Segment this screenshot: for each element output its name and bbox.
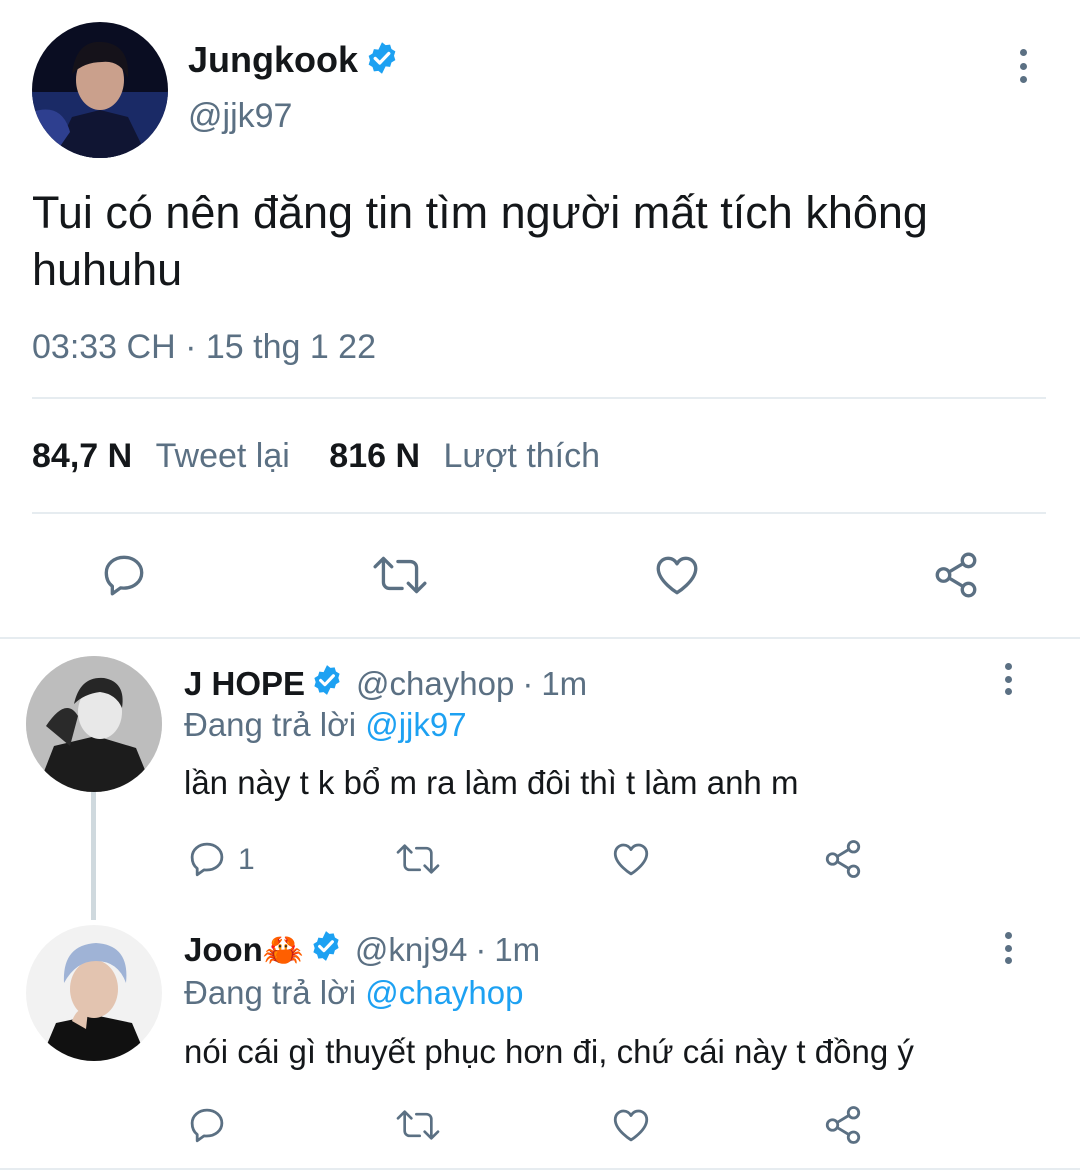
reply-2-handle[interactable]: @knj94 xyxy=(355,931,467,969)
replying-to-label: Đang trả lời xyxy=(184,706,357,743)
like-count[interactable]: 816 N xyxy=(329,437,420,475)
thread-line xyxy=(91,792,96,920)
retweet-count[interactable]: 84,7 N xyxy=(32,437,132,475)
replying-to-label: Đang trả lời xyxy=(184,974,357,1011)
reply-2-replying-to: Đang trả lời @chayhop xyxy=(184,974,523,1012)
engagement-stats: 84,7 N Tweet lại 816 N Lượt thích xyxy=(32,437,600,476)
reply-icon[interactable] xyxy=(186,838,228,880)
main-tweet-timestamp[interactable]: 03:33 CH · 15 thg 1 22 xyxy=(32,328,376,367)
replying-to-handle[interactable]: @chayhop xyxy=(365,974,523,1011)
verified-icon xyxy=(364,40,400,81)
reply-1-avatar[interactable] xyxy=(26,656,162,792)
reply-1-replying-to: Đang trả lời @jjk97 xyxy=(184,706,467,744)
main-author-handle[interactable]: @jjk97 xyxy=(188,97,292,136)
retweet-icon[interactable] xyxy=(394,1105,442,1145)
retweet-label[interactable]: Tweet lại xyxy=(156,437,290,475)
replying-to-handle[interactable]: @jjk97 xyxy=(365,706,466,743)
main-tweet-text-line-1: Tui có nên đăng tin tìm người mất tích k… xyxy=(32,187,928,238)
divider xyxy=(0,1168,1080,1170)
like-icon[interactable] xyxy=(609,838,653,880)
reply-2-header: Joon🦀 @knj94 · 1m xyxy=(184,930,540,970)
main-author-avatar[interactable] xyxy=(32,22,168,158)
divider xyxy=(32,512,1046,514)
reply-1-time[interactable]: 1m xyxy=(541,665,587,703)
reply-1-author-name[interactable]: J HOPE xyxy=(184,665,305,703)
reply-1-text: lần này t k bổ m ra làm đôi thì t làm an… xyxy=(184,764,799,801)
divider xyxy=(0,637,1080,639)
share-icon[interactable] xyxy=(931,550,981,600)
reply-1-header: J HOPE @chayhop · 1m xyxy=(184,664,587,704)
reply-1-reply-count: 1 xyxy=(238,843,255,876)
verified-icon xyxy=(310,663,344,705)
more-icon[interactable] xyxy=(1008,49,1038,83)
main-author-name[interactable]: Jungkook xyxy=(188,39,358,81)
reply-2-avatar[interactable] xyxy=(26,925,162,1061)
main-author-name-row: Jungkook xyxy=(188,38,400,82)
reply-icon[interactable] xyxy=(99,550,149,600)
main-tweet-text: Tui có nên đăng tin tìm người mất tích k… xyxy=(32,184,928,298)
tweet-detail-page: Jungkook @jjk97 Tui có nên đăng tin tìm … xyxy=(0,0,1080,1175)
separator-dot: · xyxy=(475,931,487,968)
main-tweet-text-line-2: huhuhu xyxy=(32,244,183,295)
retweet-icon[interactable] xyxy=(394,839,442,879)
reply-2-author-name[interactable]: Joon🦀 xyxy=(184,931,304,970)
more-icon[interactable] xyxy=(993,663,1023,695)
reply-icon[interactable] xyxy=(186,1104,228,1146)
like-icon[interactable] xyxy=(609,1104,653,1146)
divider xyxy=(32,397,1046,399)
share-icon[interactable] xyxy=(822,838,864,880)
retweet-icon[interactable] xyxy=(371,550,429,600)
share-icon[interactable] xyxy=(822,1104,864,1146)
reply-1-handle[interactable]: @chayhop xyxy=(356,665,514,703)
reply-2-text: nói cái gì thuyết phục hơn đi, chứ cái n… xyxy=(184,1033,914,1070)
separator-dot: · xyxy=(522,665,534,702)
more-icon[interactable] xyxy=(993,932,1023,964)
like-label[interactable]: Lượt thích xyxy=(443,437,600,475)
verified-icon xyxy=(309,929,343,971)
like-icon[interactable] xyxy=(651,550,703,600)
reply-2-time[interactable]: 1m xyxy=(494,931,540,969)
